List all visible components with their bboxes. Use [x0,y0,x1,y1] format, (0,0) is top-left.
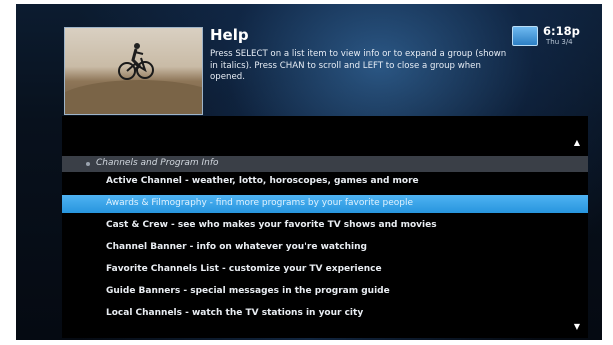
help-description: Press SELECT on a list item to view info… [210,49,507,82]
video-preview [64,27,203,115]
list-item[interactable]: Channel Banner - info on whatever you're… [62,239,588,257]
list-item[interactable]: Cast & Crew - see who makes your favorit… [62,217,588,235]
tv-screen: Help Press SELECT on a list item to view… [16,4,602,340]
list-item-label: Local Channels - watch the TV stations i… [106,308,364,318]
list-item[interactable]: Guide Banners - special messages in the … [62,283,588,301]
list-item-label: Channel Banner - info on whatever you're… [106,242,367,252]
bike-rider-image [118,43,154,80]
help-list: ▲ Channels and Program Info Active Chann… [62,116,588,338]
list-item-label: Guide Banners - special messages in the … [106,286,390,296]
list-item[interactable]: Local Channels - watch the TV stations i… [62,305,588,323]
clock-time: 6:18p [543,24,580,38]
group-header[interactable]: Channels and Program Info [62,156,588,172]
preview-hill [65,80,202,114]
group-label: Channels and Program Info [96,158,219,168]
scroll-down-icon[interactable]: ▼ [574,322,580,331]
list-item-label: Active Channel - weather, lotto, horosco… [106,176,419,186]
clock-date: Thu 3/4 [546,38,573,46]
list-item[interactable]: Active Channel - weather, lotto, horosco… [62,173,588,191]
scroll-up-icon[interactable]: ▲ [574,138,580,147]
provider-logo-icon [512,26,538,46]
list-item[interactable]: Favorite Channels List - customize your … [62,261,588,279]
page-title: Help [210,26,249,44]
list-item-label: Awards & Filmography - find more program… [106,198,414,208]
list-item-selected[interactable]: Awards & Filmography - find more program… [62,195,588,213]
bullet-icon [86,162,90,166]
list-item-label: Favorite Channels List - customize your … [106,264,382,274]
list-item-label: Cast & Crew - see who makes your favorit… [106,220,437,230]
